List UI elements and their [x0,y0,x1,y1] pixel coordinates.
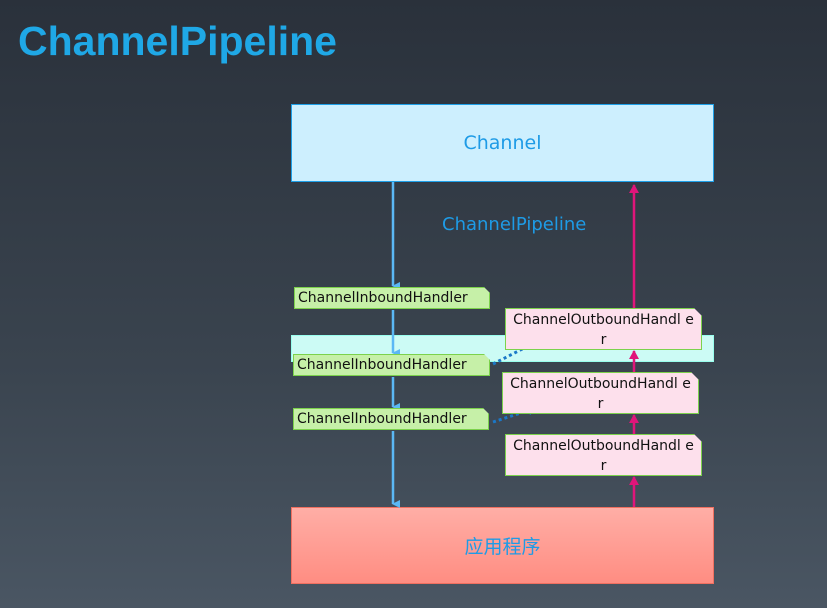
outbound-handler-label: ChannelOutboundHandl er [510,376,691,412]
outbound-handler-2: ChannelOutboundHandl er [502,372,699,414]
inbound-handler-1: ChannelInboundHandler [294,287,490,309]
outbound-handler-label: ChannelOutboundHandl er [513,438,694,474]
outbound-handler-1: ChannelOutboundHandl er [505,308,702,350]
outbound-handler-3: ChannelOutboundHandl er [505,434,702,476]
outbound-handler-label: ChannelOutboundHandl er [513,312,694,348]
inbound-handler-3: ChannelInboundHandler [293,408,489,430]
inbound-handler-2: ChannelInboundHandler [293,354,490,376]
